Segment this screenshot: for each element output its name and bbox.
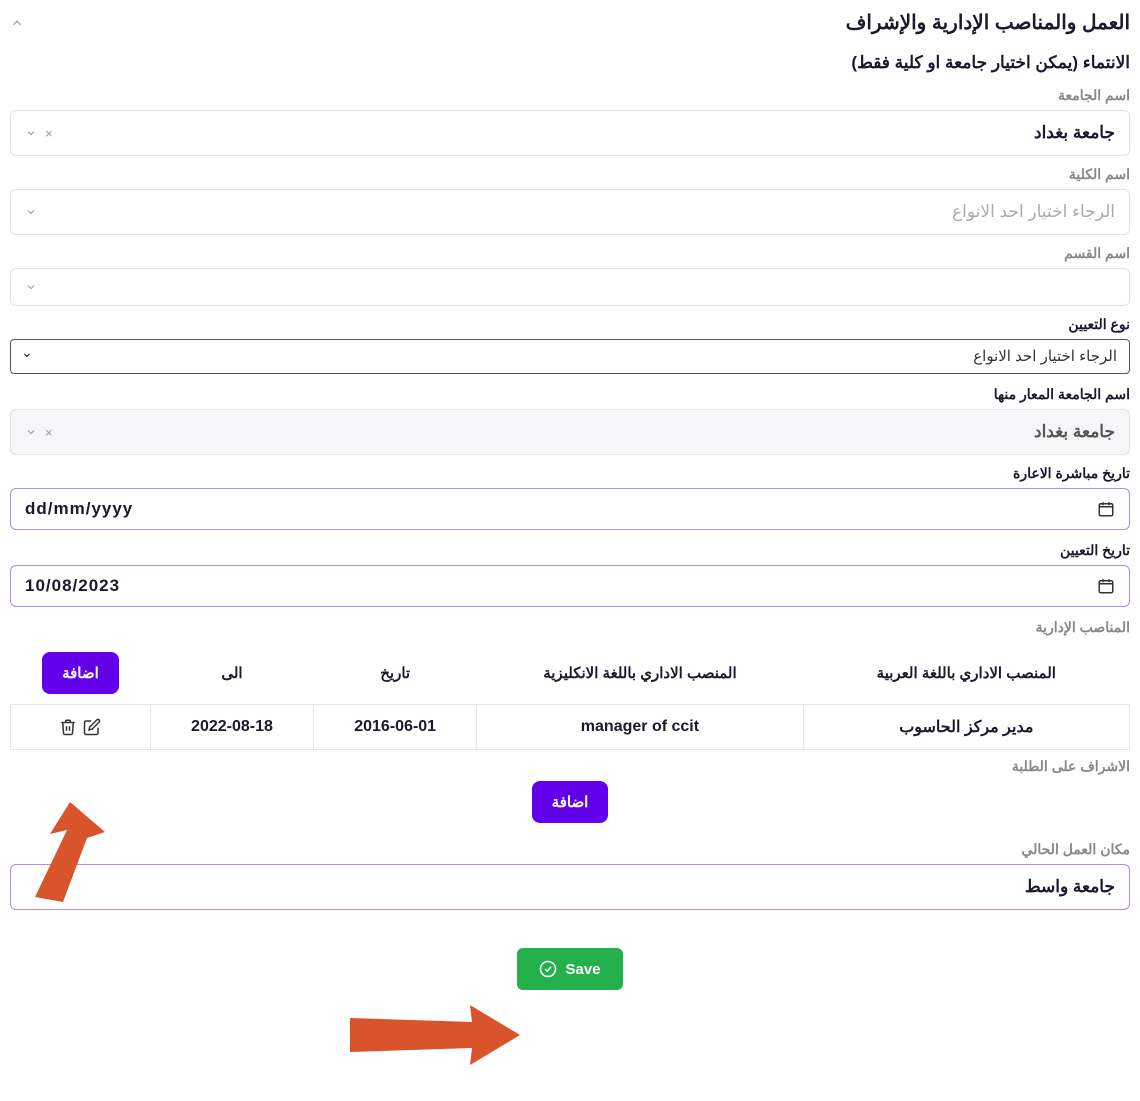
calendar-icon[interactable] — [1097, 500, 1115, 518]
col-add: اضافة — [11, 642, 151, 705]
appointment-date-value: 10/08/2023 — [25, 576, 120, 596]
edit-icon[interactable] — [83, 718, 101, 736]
loan-start-date-input[interactable]: dd/mm/yyyy — [10, 488, 1130, 530]
college-select[interactable]: الرجاء اختيار احد الانواع — [10, 189, 1130, 235]
save-button[interactable]: Save — [517, 948, 622, 990]
chevron-down-icon — [25, 206, 37, 218]
section-title: العمل والمناصب الإدارية والإشراف — [846, 10, 1130, 35]
chevron-down-icon — [25, 426, 37, 438]
loan-start-date-value: dd/mm/yyyy — [25, 499, 133, 519]
department-select[interactable] — [10, 268, 1130, 306]
appointment-type-native[interactable]: الرجاء اختيار احد الانواع — [11, 340, 1129, 373]
cell-date-to: 2022-08-18 — [150, 705, 313, 750]
clear-icon[interactable]: × — [45, 425, 53, 440]
loaned-university-select[interactable]: جامعة بغداد × — [10, 409, 1130, 455]
chevron-down-icon — [25, 127, 37, 139]
current-workplace-input[interactable] — [10, 864, 1130, 910]
collapse-icon[interactable] — [10, 16, 24, 30]
label-admin-positions: المناصب الإدارية — [10, 619, 1130, 636]
label-current-workplace: مكان العمل الحالي — [10, 841, 1130, 858]
label-student-supervision: الاشراف على الطلبة — [10, 758, 1130, 775]
label-college: اسم الكلية — [10, 166, 1130, 183]
label-university: اسم الجامعة — [10, 87, 1130, 104]
university-value: جامعة بغداد — [1034, 123, 1115, 143]
cell-actions — [11, 705, 151, 750]
label-loan-start-date: تاريخ مباشرة الاعارة — [10, 465, 1130, 482]
chevron-down-icon — [25, 281, 37, 293]
admin-positions-table: المنصب الاداري باللغة العربية المنصب الا… — [10, 642, 1130, 750]
affiliation-heading: الانتماء (يمكن اختيار جامعة او كلية فقط) — [10, 53, 1130, 73]
check-circle-icon — [539, 960, 557, 978]
cell-date-from: 2016-06-01 — [314, 705, 477, 750]
col-date-from: تاريخ — [314, 642, 477, 705]
col-position-ar: المنصب الاداري باللغة العربية — [803, 642, 1129, 705]
appointment-type-select[interactable]: الرجاء اختيار احد الانواع — [10, 339, 1130, 374]
add-position-button[interactable]: اضافة — [42, 652, 119, 694]
add-supervision-button[interactable]: اضافة — [532, 781, 609, 823]
trash-icon[interactable] — [59, 718, 77, 736]
cell-position-en: manager of ccit — [477, 705, 803, 750]
label-loaned-university: اسم الجامعة المعار منها — [10, 386, 1130, 403]
university-select[interactable]: جامعة بغداد × — [10, 110, 1130, 156]
clear-icon[interactable]: × — [45, 126, 53, 141]
label-appointment-date: تاريخ التعيين — [10, 542, 1130, 559]
save-button-label: Save — [565, 961, 600, 978]
loaned-university-value: جامعة بغداد — [1034, 422, 1115, 442]
appointment-date-input[interactable]: 10/08/2023 — [10, 565, 1130, 607]
cell-position-ar: مدير مركز الحاسوب — [803, 705, 1129, 750]
col-date-to: الى — [150, 642, 313, 705]
table-row: مدير مركز الحاسوب manager of ccit 2016-0… — [11, 705, 1130, 750]
calendar-icon[interactable] — [1097, 577, 1115, 595]
college-placeholder: الرجاء اختيار احد الانواع — [952, 202, 1115, 222]
label-appointment-type: نوع التعيين — [10, 316, 1130, 333]
col-position-en: المنصب الاداري باللغة الانكليزية — [477, 642, 803, 705]
label-department: اسم القسم — [10, 245, 1130, 262]
